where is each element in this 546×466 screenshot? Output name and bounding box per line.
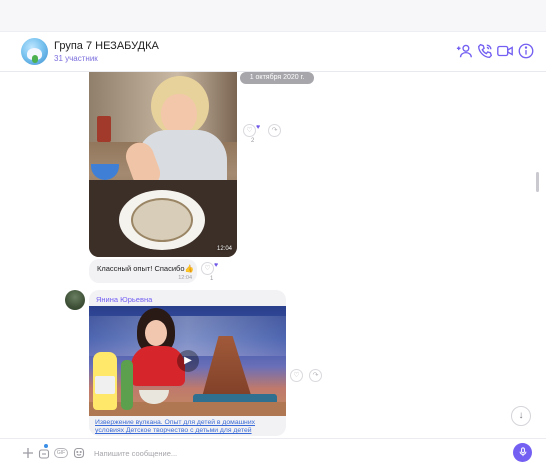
share-button[interactable]: ↷ [268,124,281,137]
scroll-down-button[interactable]: ↓ [511,406,531,426]
microphone-icon[interactable] [513,443,532,462]
video-thumbnail[interactable]: ▶ [89,306,286,416]
message-composer: GIF [0,438,546,466]
notification-dot [44,444,48,448]
date-separator: 1 октября 2020 г. [240,72,314,84]
heart-reaction-icon: ♥ [256,124,261,131]
photo-message[interactable]: 12:04 [89,72,237,257]
share-button[interactable]: ↷ [309,369,322,382]
video-call-icon[interactable] [496,42,514,60]
chat-header: Група 7 НЕЗАБУДКА 31 участник [0,32,546,72]
group-title[interactable]: Група 7 НЕЗАБУДКА [54,40,159,52]
phone-icon[interactable] [476,42,494,60]
info-icon[interactable] [517,42,535,60]
plus-icon[interactable] [22,447,34,459]
scrollbar-thumb[interactable] [536,172,539,192]
video-link[interactable]: Извержение вулкана. Опыт для детей в дом… [95,419,281,435]
viber-app: Група 7 НЕЗАБУДКА 31 участник 1 октября … [0,0,546,466]
participants-count[interactable]: 31 участник [54,54,98,63]
top-strip [0,0,546,32]
message-timestamp: 12:04 [178,275,192,281]
sender-avatar[interactable] [65,290,85,310]
like-reaction-button[interactable]: ♡ [290,369,303,382]
add-participant-icon[interactable] [456,42,474,60]
gif-icon[interactable]: GIF [54,448,68,458]
message-text: Классный опыт! Спасибо👍 [97,264,194,273]
sender-name[interactable]: Янина Юрьевна [96,295,152,304]
reaction-count: 1 [210,276,214,282]
group-avatar[interactable] [21,38,48,65]
sticker-icon[interactable] [38,447,50,459]
play-icon[interactable]: ▶ [177,350,199,372]
avatar-leaf-shape [32,55,38,63]
video-message[interactable]: ▶ Извержение вулкана. Опыт для детей в д… [89,290,286,436]
reaction-count: 2 [251,138,255,144]
like-reaction-button[interactable]: ♡ [201,262,214,275]
message-list[interactable]: 1 октября 2020 г. 12:04 ♡ ♥ ↷ 2 Классный… [0,72,546,438]
photo-timestamp: 12:04 [217,246,233,252]
text-message[interactable]: Классный опыт! Спасибо👍 12:04 [89,259,197,283]
emoji-icon[interactable] [73,447,85,459]
message-input[interactable] [94,445,394,461]
like-reaction-button[interactable]: ♡ [243,124,256,137]
heart-reaction-icon: ♥ [214,262,219,269]
